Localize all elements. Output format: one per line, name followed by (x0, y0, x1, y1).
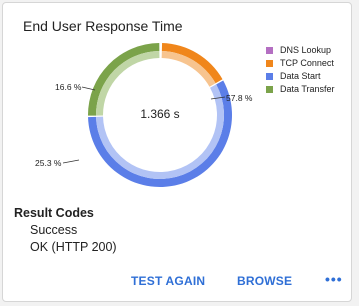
result-http-code: OK (HTTP 200) (30, 240, 117, 254)
browse-button[interactable]: BROWSE (237, 274, 292, 288)
legend-swatch-dns-lookup (266, 46, 273, 54)
donut-slice-inner-data-transfer (96, 51, 160, 116)
donut-chart (62, 43, 233, 188)
pct-label-data-transfer: 25.3 % (35, 158, 62, 168)
pct-label-tcp-connect: 16.6 % (55, 82, 82, 92)
legend-label: Data Start (280, 71, 321, 81)
legend-item-dns-lookup: DNS Lookup (266, 44, 335, 56)
donut-slice-data-start (88, 80, 233, 188)
total-response-time: 1.366 s (140, 107, 180, 121)
legend-item-data-transfer: Data Transfer (266, 83, 335, 95)
legend-swatch-tcp-connect (266, 59, 273, 67)
result-codes-heading: Result Codes (14, 206, 94, 220)
legend-swatch-data-start (266, 72, 273, 80)
legend-item-tcp-connect: TCP Connect (266, 57, 335, 69)
leader-line-tcp-connect (81, 86, 96, 91)
response-time-card: End User Response Time 1.366 s 16.6 % 57… (2, 2, 352, 302)
pct-label-data-start: 57.8 % (226, 93, 253, 103)
legend-label: TCP Connect (280, 58, 334, 68)
legend-label: DNS Lookup (280, 45, 332, 55)
more-options-icon[interactable]: ••• (325, 271, 343, 287)
legend-item-data-start: Data Start (266, 70, 335, 82)
test-again-button[interactable]: TEST AGAIN (131, 274, 205, 288)
legend-label: Data Transfer (280, 84, 335, 94)
legend-swatch-data-transfer (266, 85, 273, 93)
leader-line-data-transfer (62, 159, 80, 164)
chart-legend: DNS Lookup TCP Connect Data Start Data T… (266, 44, 335, 96)
result-status: Success (30, 223, 78, 237)
